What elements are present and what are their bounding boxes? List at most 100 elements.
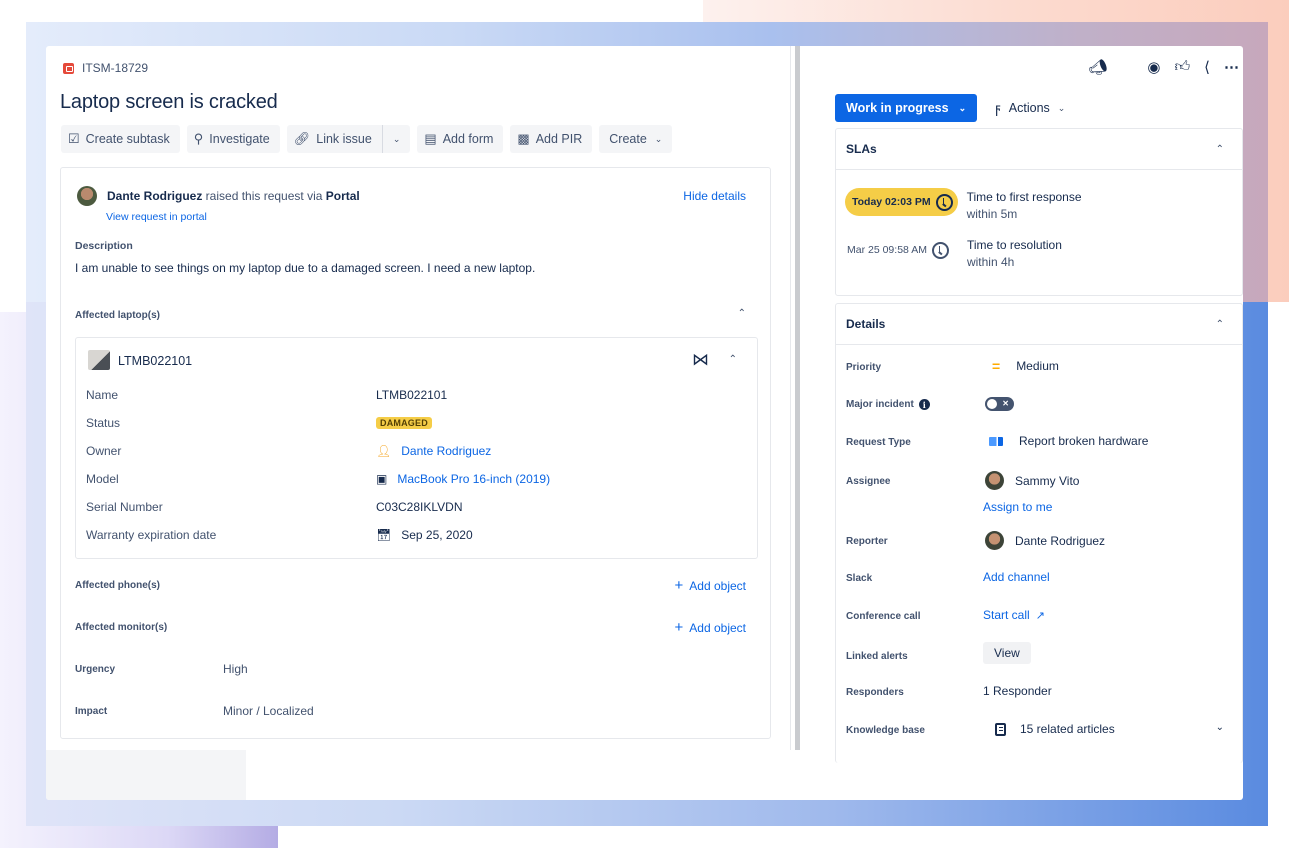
chevron-up-icon[interactable]: ⌃ xyxy=(738,308,746,319)
thumbs-up-icon[interactable]: 👍︎ xyxy=(1174,58,1190,76)
issue-sidebar: 📣︎ ◉ 👍︎ ⟨ ⋯ Work in progress ⌄ ϝ Actions… xyxy=(816,46,1243,763)
slas-panel-header[interactable]: SLAs ⌃ xyxy=(836,129,1242,170)
request-type-field: Request Type Report broken hardware xyxy=(846,434,1236,448)
description-text[interactable]: I am unable to see things on my laptop d… xyxy=(75,261,535,275)
add-channel-link[interactable]: Add channel xyxy=(983,570,1050,584)
sla-time: Today 02:03 PM xyxy=(852,196,931,208)
details-panel-header[interactable]: Details ⌃ xyxy=(836,304,1242,345)
hide-details-link[interactable]: Hide details xyxy=(683,189,746,203)
actions-button[interactable]: ϝ Actions ⌄ xyxy=(995,100,1065,116)
divider xyxy=(790,46,791,750)
object-graph-icon[interactable]: ⋈ xyxy=(692,350,709,370)
asset-name[interactable]: LTMB022101 xyxy=(118,354,192,368)
impact-field: Impact Minor / Localized xyxy=(75,704,314,718)
assignee-avatar xyxy=(985,471,1004,490)
asset-field-label: Warranty expiration date xyxy=(86,528,217,542)
link-issue-dropdown-button[interactable]: ⌄ xyxy=(381,125,411,153)
issue-key-link[interactable]: ITSM-18729 xyxy=(82,61,148,75)
clock-icon xyxy=(935,193,953,211)
model-link[interactable]: MacBook Pro 16-inch (2019) xyxy=(397,472,550,486)
related-articles-text: 15 related articles xyxy=(1020,722,1115,736)
urgency-label: Urgency xyxy=(75,664,116,675)
reporter-field: Reporter Dante Rodriguez xyxy=(846,531,1236,550)
field-label: Major incident xyxy=(846,399,914,410)
add-form-label: Add form xyxy=(442,132,494,146)
actions-label: Actions xyxy=(1008,101,1050,115)
request-type-value[interactable]: Report broken hardware xyxy=(983,434,1148,448)
slas-title: SLAs xyxy=(846,142,877,156)
megaphone-icon[interactable]: 📣︎ xyxy=(1088,58,1107,76)
asset-row-owner: Owner 👤︎ Dante Rodriguez xyxy=(86,444,746,458)
priority-value[interactable]: = Medium xyxy=(983,359,1059,373)
description-label: Description xyxy=(75,240,133,252)
assign-to-me-link[interactable]: Assign to me xyxy=(983,500,1052,514)
share-icon[interactable]: ⟨ xyxy=(1204,58,1210,76)
sla-target: within 4h xyxy=(966,255,1015,269)
add-pir-button[interactable]: ▩ Add PIR xyxy=(510,125,593,153)
conference-call-field: Conference call Start call ↗ xyxy=(846,608,1236,622)
asset-row-warranty: Warranty expiration date 📅︎ Sep 25, 2020 xyxy=(86,528,746,542)
footer-block xyxy=(46,750,246,800)
clock-icon xyxy=(931,241,949,259)
lightning-icon: ϝ xyxy=(995,100,1001,116)
info-icon[interactable]: i xyxy=(918,399,930,410)
status-transition-button[interactable]: Work in progress ⌄ xyxy=(835,94,978,122)
create-subtask-button[interactable]: ☑ Create subtask xyxy=(61,125,180,153)
field-label: Reporter xyxy=(846,536,888,547)
major-incident-toggle[interactable]: ✕ xyxy=(985,397,1014,411)
investigate-label: Investigate xyxy=(209,132,270,146)
reporter-value[interactable]: Dante Rodriguez xyxy=(983,531,1105,550)
chevron-down-icon: ⌄ xyxy=(654,133,663,144)
owner-link[interactable]: Dante Rodriguez xyxy=(401,444,491,458)
responders-value[interactable]: 1 Responder xyxy=(983,684,1052,698)
priority-medium-icon: = xyxy=(992,358,1001,374)
request-details-card: Dante Rodriguez raised this request via … xyxy=(60,167,771,739)
start-call-link[interactable]: Start call ↗ xyxy=(983,608,1045,622)
chevron-up-icon[interactable]: ⌃ xyxy=(729,354,737,365)
resize-handle[interactable] xyxy=(795,46,800,750)
details-title: Details xyxy=(846,317,886,331)
asset-field-label: Name xyxy=(86,388,119,402)
chevron-down-icon: ⌄ xyxy=(392,133,401,144)
urgency-value[interactable]: High xyxy=(223,662,248,676)
laptop-thumbnail xyxy=(88,350,110,370)
impact-value[interactable]: Minor / Localized xyxy=(223,704,314,718)
add-object-label: Add object xyxy=(689,621,746,635)
assignee-value[interactable]: Sammy Vito xyxy=(983,471,1079,490)
breadcrumb: ITSM-18729 xyxy=(63,61,148,75)
field-label: Request Type xyxy=(846,436,911,448)
add-form-button[interactable]: ▤ Add form xyxy=(417,125,504,153)
request-origin: Dante Rodriguez raised this request via … xyxy=(77,186,360,206)
issue-title[interactable]: Laptop screen is cracked xyxy=(60,91,278,114)
field-label: Priority xyxy=(846,361,882,373)
impact-label: Impact xyxy=(75,706,108,717)
issue-toolbar: ☑ Create subtask ⚲ Investigate 🔗︎ Link i… xyxy=(61,125,673,153)
knowledge-base-value[interactable]: 15 related articles xyxy=(983,722,1115,736)
sla-name: Time to resolution xyxy=(966,238,1062,252)
sla-item: Mar 25 09:58 AM Time to resolution withi… xyxy=(840,236,1062,271)
raised-text: raised this request via xyxy=(202,189,326,203)
asset-row-name: Name LTMB022101 xyxy=(86,388,746,402)
pir-icon: ▩ xyxy=(517,131,530,146)
link-issue-split-button: 🔗︎ Link issue ⌄ xyxy=(286,125,411,153)
watch-eye-icon[interactable]: ◉ xyxy=(1147,58,1160,76)
add-object-label: Add object xyxy=(689,579,746,593)
link-issue-button[interactable]: 🔗︎ Link issue xyxy=(286,125,382,153)
asset-row-status: Status DAMAGED xyxy=(86,416,746,430)
more-options-icon[interactable]: ⋯ xyxy=(1224,58,1239,76)
reporter-avatar xyxy=(985,531,1004,550)
add-monitor-object-button[interactable]: + Add object xyxy=(675,619,746,636)
start-call-label: Start call xyxy=(983,608,1030,622)
request-channel: Portal xyxy=(325,189,360,203)
laptop-model-icon: ▣ xyxy=(376,472,388,486)
asset-row-serial: Serial Number C03C28IKLVDN xyxy=(86,500,746,514)
create-dropdown-button[interactable]: Create ⌄ xyxy=(599,125,673,153)
view-request-in-portal-link[interactable]: View request in portal xyxy=(106,211,207,223)
chevron-down-icon[interactable]: ⌄ xyxy=(1216,722,1224,733)
link-issue-label: Link issue xyxy=(316,132,372,146)
incident-type-icon xyxy=(63,62,74,74)
asset-row-model: Model ▣ MacBook Pro 16-inch (2019) xyxy=(86,472,746,486)
view-alerts-button[interactable]: View xyxy=(983,642,1031,664)
investigate-button[interactable]: ⚲ Investigate xyxy=(186,125,280,153)
add-phone-object-button[interactable]: + Add object xyxy=(675,577,746,594)
